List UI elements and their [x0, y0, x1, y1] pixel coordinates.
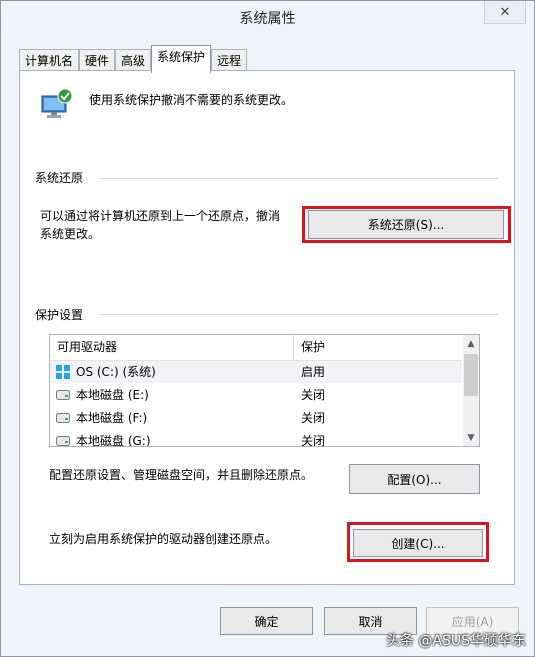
disk-drive-icon — [56, 413, 70, 423]
disk-drive-icon — [56, 436, 70, 446]
tab-computer-name[interactable]: 计算机名 — [19, 49, 80, 72]
restore-group-divider — [100, 178, 498, 179]
tab-strip: 计算机名 硬件 高级 系统保护 远程 — [19, 45, 248, 73]
ok-button[interactable]: 确定 — [220, 607, 313, 635]
drive-name: OS (C:) (系统) — [76, 365, 156, 379]
drive-name: 本地磁盘 (F:) — [76, 411, 148, 425]
drive-list-header: 可用驱动器 保护 — [50, 335, 462, 361]
drive-name: 本地磁盘 (G:) — [76, 434, 151, 447]
column-header-protection[interactable]: 保护 — [294, 335, 325, 360]
tab-hardware[interactable]: 硬件 — [79, 49, 116, 72]
title-bar: 系统属性 ✕ — [1, 1, 534, 35]
restore-text-line2: 系统更改。 — [40, 227, 101, 241]
configure-description: 配置还原设置、管理磁盘空间，并且删除还原点。 — [49, 468, 314, 482]
drive-row[interactable]: 本地磁盘 (G:) 关闭 — [50, 430, 462, 447]
create-description: 立刻为启用系统保护的驱动器创建还原点。 — [49, 532, 278, 546]
close-button[interactable]: ✕ — [484, 1, 526, 24]
intro-description: 使用系统保护撤消不需要的系统更改。 — [89, 93, 294, 107]
system-restore-button[interactable]: 系统还原(S)... — [308, 210, 504, 239]
scroll-up-icon[interactable]: ▲ — [463, 335, 479, 352]
drive-protection-status: 关闭 — [301, 434, 326, 447]
close-icon: ✕ — [499, 4, 511, 20]
system-properties-window: 系统属性 ✕ 计算机名 硬件 高级 系统保护 远程 使用系统保护撤消不需要的系统… — [0, 0, 535, 657]
column-header-drives[interactable]: 可用驱动器 — [50, 335, 117, 360]
watermark-text: 头条 @ASUS华硕华东 — [385, 633, 526, 649]
window-title: 系统属性 — [239, 11, 296, 27]
protection-group-label: 保护设置 — [35, 306, 90, 323]
drive-list[interactable]: 可用驱动器 保护 OS (C:) (系统) 启用 本地磁盘 (E:) 关闭 本地… — [49, 334, 480, 447]
restore-text-line1: 可以通过将计算机还原到上一个还原点，撤消 — [40, 209, 281, 223]
scrollbar-thumb[interactable] — [464, 354, 478, 396]
drive-row[interactable]: 本地磁盘 (E:) 关闭 — [50, 384, 462, 406]
system-protection-panel: 使用系统保护撤消不需要的系统更改。 系统还原 可以通过将计算机还原到上一个还原点… — [19, 70, 515, 585]
drive-list-scrollbar[interactable]: ▲ ▼ — [463, 335, 479, 446]
drive-row[interactable]: 本地磁盘 (F:) 关闭 — [50, 407, 462, 429]
drive-protection-status: 启用 — [301, 365, 326, 379]
create-button[interactable]: 创建(C)... — [353, 529, 483, 557]
drive-row[interactable]: OS (C:) (系统) 启用 — [50, 361, 462, 383]
tab-remote[interactable]: 远程 — [211, 49, 248, 72]
disk-drive-icon — [56, 390, 70, 400]
drive-name: 本地磁盘 (E:) — [76, 388, 149, 402]
restore-group-label: 系统还原 — [35, 169, 90, 186]
configure-button[interactable]: 配置(O)... — [349, 464, 480, 494]
system-drive-icon — [56, 365, 70, 379]
drive-protection-status: 关闭 — [301, 388, 326, 402]
computer-shield-icon — [41, 88, 73, 118]
tab-system-protection[interactable]: 系统保护 — [151, 45, 212, 73]
scroll-down-icon[interactable]: ▼ — [463, 429, 479, 446]
drive-protection-status: 关闭 — [301, 411, 326, 425]
tab-advanced[interactable]: 高级 — [115, 49, 152, 72]
protection-group-divider — [100, 314, 498, 315]
